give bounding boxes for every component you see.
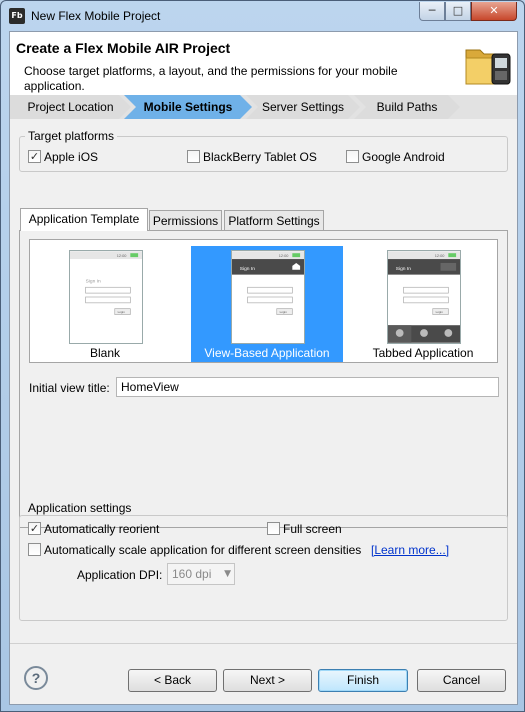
template-blank[interactable]: 12:00 Sign In Login Blank	[29, 246, 181, 362]
tab-platform-settings[interactable]: Platform Settings	[224, 210, 324, 231]
maximize-button[interactable]: □	[445, 2, 471, 21]
breadcrumb-mobile-settings[interactable]: Mobile Settings	[124, 95, 252, 119]
wizard-breadcrumb: Project Location Mobile Settings Server …	[10, 95, 517, 119]
minimize-button[interactable]: ─	[419, 2, 445, 21]
svg-text:Sign In: Sign In	[396, 266, 411, 272]
app-dpi-select[interactable]: 160 dpi ▼	[167, 563, 235, 585]
folder-device-icon	[465, 49, 511, 85]
full-screen-checkbox[interactable]	[267, 522, 280, 535]
tab-application-template[interactable]: Application Template	[20, 208, 148, 231]
flash-builder-icon: Fb	[9, 8, 25, 24]
auto-scale-label: Automatically scale application for diff…	[44, 543, 362, 557]
breadcrumb-project-location[interactable]: Project Location	[10, 95, 131, 119]
svg-text:Login: Login	[280, 310, 287, 314]
initial-view-title-input[interactable]	[116, 377, 499, 397]
apple-ios-checkbox[interactable]: ✓	[28, 150, 41, 163]
app-dpi-value: 160 dpi	[172, 567, 212, 581]
dialog-client: Create a Flex Mobile AIR Project Choose …	[9, 31, 518, 705]
back-button[interactable]: < Back	[128, 669, 217, 692]
template-tab-panel: 12:00 Sign In Login Blank 12:00 Sign In …	[19, 230, 508, 528]
page-description: Choose target platforms, a layout, and t…	[24, 64, 398, 93]
google-android-checkbox[interactable]	[346, 150, 359, 163]
svg-text:Login: Login	[118, 310, 125, 314]
template-view-based-label: View-Based Application	[204, 346, 330, 360]
learn-more-link[interactable]: [Learn more...]	[371, 543, 449, 557]
dialog-window: Fb New Flex Mobile Project ─ □ ✕ Create …	[0, 0, 525, 712]
wizard-header: Create a Flex Mobile AIR Project Choose …	[10, 32, 517, 95]
template-tabbed[interactable]: 12:00 Sign In Login Tabbed Application	[347, 246, 499, 362]
svg-text:12:00: 12:00	[117, 253, 127, 258]
auto-scale-checkbox[interactable]	[28, 543, 41, 556]
window-title: New Flex Mobile Project	[31, 9, 161, 23]
initial-view-title-label: Initial view title:	[29, 381, 110, 395]
template-blank-label: Blank	[89, 346, 121, 360]
finish-button[interactable]: Finish	[318, 669, 408, 692]
breadcrumb-build-paths[interactable]: Build Paths	[354, 95, 460, 119]
close-button[interactable]: ✕	[471, 2, 517, 21]
template-view-based[interactable]: 12:00 Sign In Login View-Based Applicati…	[191, 246, 343, 362]
apple-ios-label: Apple iOS	[44, 150, 99, 164]
auto-reorient-checkbox[interactable]: ✓	[28, 522, 41, 535]
template-tabbed-label: Tabbed Application	[372, 346, 474, 360]
help-icon[interactable]: ?	[24, 666, 48, 690]
svg-text:Sign In: Sign In	[86, 278, 101, 284]
view-based-phone-preview: 12:00 Sign In Login	[231, 250, 305, 344]
svg-text:Login: Login	[436, 310, 443, 314]
cancel-button[interactable]: Cancel	[417, 669, 506, 692]
tab-permissions[interactable]: Permissions	[149, 210, 222, 231]
title-bar[interactable]: Fb New Flex Mobile Project ─ □ ✕	[1, 1, 524, 31]
app-settings-label: Application settings	[25, 501, 135, 515]
app-dpi-label: Application DPI:	[77, 568, 163, 582]
svg-text:12:00: 12:00	[279, 253, 289, 258]
target-platforms-label: Target platforms	[25, 129, 118, 143]
footer-separator	[10, 643, 517, 644]
blackberry-label: BlackBerry Tablet OS	[203, 150, 317, 164]
template-list: 12:00 Sign In Login Blank 12:00 Sign In …	[29, 239, 498, 363]
google-android-label: Google Android	[362, 150, 445, 164]
blank-phone-preview: 12:00 Sign In Login	[69, 250, 143, 344]
svg-text:12:00: 12:00	[435, 253, 445, 258]
svg-text:Sign In: Sign In	[240, 266, 255, 272]
tabbed-phone-preview: 12:00 Sign In Login	[387, 250, 461, 344]
next-button[interactable]: Next >	[223, 669, 312, 692]
chevron-down-icon: ▼	[224, 569, 231, 579]
full-screen-label: Full screen	[283, 522, 342, 536]
blackberry-checkbox[interactable]	[187, 150, 200, 163]
auto-reorient-label: Automatically reorient	[44, 522, 160, 536]
page-title: Create a Flex Mobile AIR Project	[16, 40, 231, 56]
breadcrumb-server-settings[interactable]: Server Settings	[246, 95, 360, 119]
